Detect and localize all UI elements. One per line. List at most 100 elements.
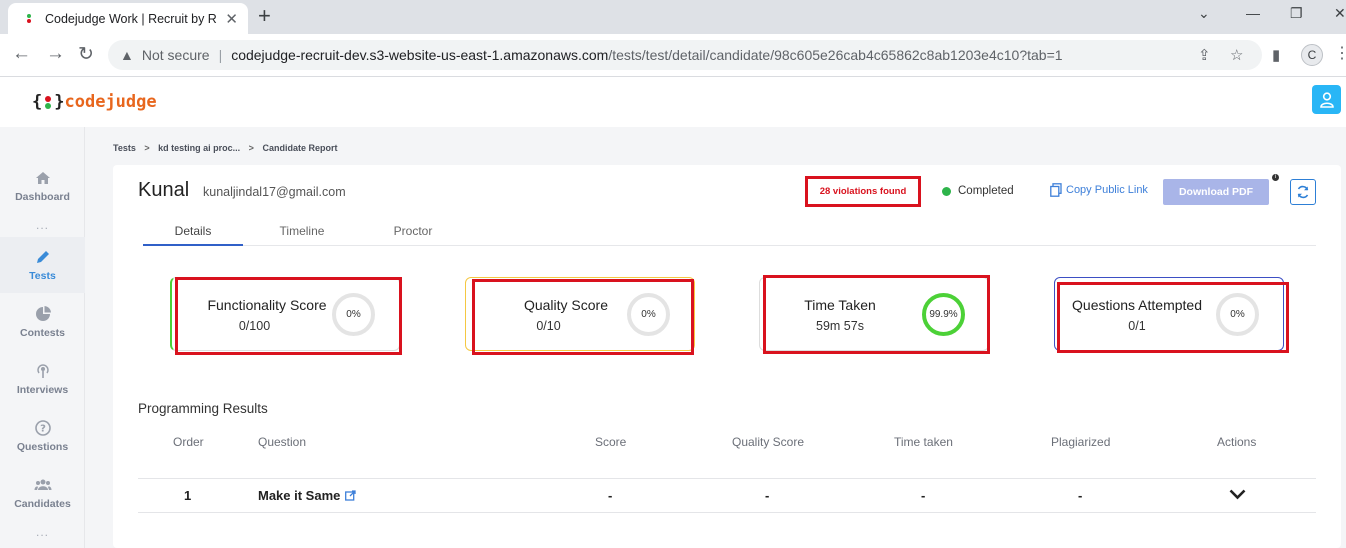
close-window-icon[interactable]: ✕ — [1334, 5, 1346, 22]
profile-avatar[interactable]: C — [1301, 44, 1323, 66]
candidate-report-card: Kunal kunaljindal17@gmail.com 28 violati… — [113, 165, 1341, 548]
report-tabs: Details Timeline Proctor — [143, 221, 1316, 246]
pie-chart-icon — [35, 306, 51, 321]
share-icon[interactable]: ⇪ — [1198, 46, 1211, 64]
tab-proctor[interactable]: Proctor — [363, 224, 463, 238]
minimize-window-icon[interactable]: — — [1246, 5, 1260, 21]
close-tab-icon[interactable]: ✕ — [225, 10, 238, 28]
metric-value: 0/10 — [536, 319, 561, 333]
app-header: { } codejudge — [0, 77, 1346, 127]
column-header-plagiarized: Plagiarized — [1051, 435, 1111, 449]
forward-icon[interactable]: → — [46, 43, 65, 65]
home-icon — [35, 172, 50, 184]
status-dot-icon — [942, 186, 951, 196]
sidebar-divider-dots: ... — [35, 525, 49, 539]
browser-tab[interactable]: Codejudge Work | Recruit by Real ✕ — [8, 3, 248, 34]
question-icon: ? — [34, 420, 51, 436]
column-header-question: Question — [258, 435, 307, 449]
questions-attempted-card: Questions Attempted 0/1 0% — [1054, 277, 1289, 353]
refresh-icon — [1297, 185, 1309, 199]
column-header-quality-score: Quality Score — [732, 435, 805, 449]
column-header-order: Order — [173, 435, 204, 449]
external-link-icon[interactable] — [345, 490, 357, 501]
status-badge: Completed — [942, 185, 1014, 197]
metric-value: 0/100 — [238, 319, 271, 333]
metric-title: Quality Score — [523, 297, 609, 313]
svg-text:?: ? — [40, 424, 46, 435]
sidebar-item-candidates[interactable]: Candidates — [0, 476, 85, 510]
logo-dots-icon — [45, 95, 52, 109]
programming-results-title: Programming Results — [138, 401, 268, 416]
metric-value: 0/1 — [1128, 319, 1146, 333]
browser-toolbar: ← → ↻ ▲ Not secure | codejudge-recruit-d… — [0, 34, 1346, 77]
address-bar[interactable]: ▲ Not secure | codejudge-recruit-dev.s3-… — [108, 40, 1262, 70]
sidebar-divider-dots: ... — [35, 218, 49, 232]
candidate-email: kunaljindal17@gmail.com — [203, 185, 346, 199]
copy-icon — [1050, 183, 1062, 197]
warning-icon: ▲ — [120, 47, 134, 63]
users-icon — [34, 479, 51, 490]
browser-tab-title: Codejudge Work | Recruit by Real — [45, 11, 218, 26]
address-separator: | — [218, 47, 223, 63]
sidebar: Dashboard ... Tests Contests Interviews … — [0, 127, 85, 548]
new-tab-button[interactable]: + — [258, 4, 271, 28]
sidebar-item-interviews[interactable]: Interviews — [0, 362, 85, 396]
column-header-score: Score — [595, 435, 627, 449]
time-taken-card: Time Taken 59m 57s 99.9% — [759, 275, 990, 354]
back-icon[interactable]: ← — [12, 43, 31, 65]
functionality-score-card: Functionality Score 0/100 0% — [170, 277, 402, 355]
info-icon[interactable]: i — [1272, 174, 1279, 181]
progress-ring: 0% — [627, 293, 670, 336]
url-path: /tests/test/detail/candidate/98c605e26ca… — [608, 47, 1063, 63]
quality-score-card: Quality Score 0/10 0% — [465, 277, 695, 355]
question-link[interactable]: Make it Same — [258, 488, 357, 503]
url-host: codejudge-recruit-dev.s3-website-us-east… — [231, 47, 609, 63]
breadcrumb-test-name[interactable]: kd testing ai proc... — [158, 143, 240, 153]
tab-details[interactable]: Details — [143, 224, 243, 246]
codejudge-favicon-icon — [22, 12, 36, 26]
progress-ring: 0% — [1216, 293, 1259, 336]
row-order: 1 — [184, 488, 192, 503]
sidebar-item-tests[interactable]: Tests — [0, 237, 85, 293]
breadcrumb-separator: > — [248, 143, 254, 153]
breadcrumb-current: Candidate Report — [262, 143, 338, 153]
sidebar-item-questions[interactable]: ? Questions — [0, 419, 85, 453]
row-plagiarized: - — [1078, 488, 1083, 503]
breadcrumb-separator: > — [144, 143, 150, 153]
column-header-actions: Actions — [1217, 435, 1257, 449]
row-time-taken: - — [921, 488, 926, 503]
restore-window-icon[interactable]: ❐ — [1290, 5, 1303, 22]
side-panel-icon[interactable]: ▮ — [1272, 46, 1280, 64]
chevron-down-icon[interactable] — [1229, 489, 1246, 500]
broadcast-icon — [36, 364, 49, 378]
copy-public-link-button[interactable]: Copy Public Link — [1050, 183, 1148, 197]
refresh-button[interactable] — [1290, 179, 1316, 205]
breadcrumb: Tests > kd testing ai proc... > Candidat… — [113, 143, 337, 153]
metric-value: 59m 57s — [816, 319, 864, 333]
download-pdf-button[interactable]: Download PDF — [1163, 179, 1269, 205]
codejudge-logo[interactable]: { } codejudge — [32, 92, 157, 112]
metric-title: Questions Attempted — [1072, 297, 1202, 313]
browser-menu-icon[interactable]: ⋮ — [1334, 43, 1346, 63]
sidebar-item-dashboard[interactable]: Dashboard — [0, 169, 85, 203]
user-menu-button[interactable] — [1312, 85, 1341, 114]
reload-icon[interactable]: ↻ — [78, 43, 94, 66]
metric-title: Time Taken — [804, 297, 876, 313]
security-label: Not secure — [141, 47, 210, 63]
column-header-time-taken: Time taken — [894, 435, 953, 449]
bookmark-star-icon[interactable]: ☆ — [1230, 46, 1243, 64]
tab-timeline[interactable]: Timeline — [252, 224, 352, 238]
metric-title: Functionality Score — [207, 297, 327, 313]
pencil-icon — [36, 251, 49, 263]
breadcrumb-tests[interactable]: Tests — [113, 143, 136, 153]
candidate-name: Kunal — [138, 179, 190, 201]
row-score: - — [608, 488, 613, 503]
progress-ring: 0% — [332, 293, 375, 336]
browser-tab-strip: Codejudge Work | Recruit by Real ✕ + ⌄ —… — [0, 0, 1346, 34]
tab-search-icon[interactable]: ⌄ — [1198, 5, 1210, 22]
row-divider — [138, 478, 1316, 479]
row-divider — [138, 512, 1316, 513]
user-icon — [1319, 91, 1334, 108]
sidebar-item-contests[interactable]: Contests — [0, 305, 85, 339]
violations-badge[interactable]: 28 violations found — [805, 176, 921, 207]
